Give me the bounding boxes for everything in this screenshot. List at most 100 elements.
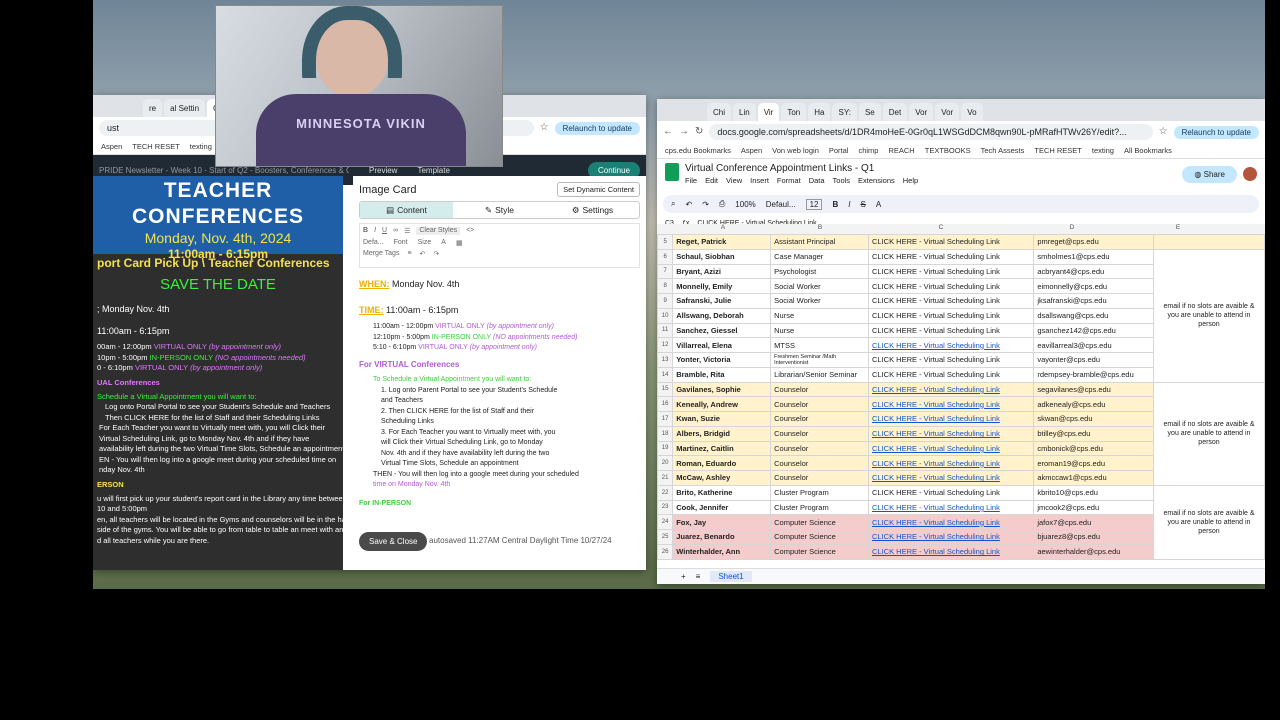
cell-email[interactable]: segavilanes@cps.edu	[1033, 381, 1154, 398]
cell-scheduling-link[interactable]: CLICK HERE - Virtual Scheduling Link	[867, 322, 1035, 339]
star-icon[interactable]: ☆	[540, 123, 549, 133]
right-relaunch-button[interactable]: Relaunch to update	[1173, 125, 1259, 139]
cell-email[interactable]: gsanchez142@cps.edu	[1033, 322, 1154, 339]
row-number[interactable]: 20	[657, 455, 674, 471]
row-number[interactable]: 18	[657, 425, 674, 442]
row-number[interactable]: 21	[657, 470, 674, 486]
cell-scheduling-link[interactable]: CLICK HERE - Virtual Scheduling Link	[867, 514, 1035, 530]
add-sheet-icon[interactable]: +	[681, 572, 686, 581]
row-number[interactable]: 17	[657, 411, 674, 427]
menu-item[interactable]: File	[685, 176, 697, 185]
undo-icon[interactable]: ↶	[685, 200, 692, 209]
cell-scheduling-link[interactable]: CLICK HERE - Virtual Scheduling Link	[867, 499, 1035, 516]
bookmark-item[interactable]: TEXTBOOKS	[925, 146, 971, 155]
cell-email[interactable]: jksafranski@cps.edu	[1033, 293, 1154, 309]
doc-title[interactable]: Virtual Conference Appointment Links - Q…	[685, 163, 918, 174]
row-number[interactable]: 10	[657, 307, 674, 324]
list-icon[interactable]: ☰	[404, 227, 410, 235]
merge-tags-select[interactable]: Merge Tags	[363, 250, 399, 258]
cell-role[interactable]: Counselor	[770, 470, 869, 486]
row-number[interactable]: 14	[657, 366, 674, 383]
column-header[interactable]: E	[1127, 224, 1229, 234]
cell-email[interactable]: cmbonick@cps.edu	[1033, 440, 1154, 457]
cell-role[interactable]: Nurse	[770, 322, 869, 339]
cell-email[interactable]: akmccaw1@cps.edu	[1033, 470, 1154, 486]
cell-scheduling-link[interactable]: CLICK HERE - Virtual Scheduling Link	[867, 248, 1035, 265]
redo-icon[interactable]: ↷	[702, 200, 709, 209]
bookmark-item[interactable]: TECH RESET	[132, 142, 180, 151]
align-icon[interactable]: ≡	[407, 250, 411, 258]
browser-tab[interactable]: Vor	[935, 103, 960, 121]
cell-scheduling-link[interactable]: CLICK HERE - Virtual Scheduling Link	[867, 455, 1035, 471]
bold-icon[interactable]: B	[832, 200, 838, 209]
row-number[interactable]: 26	[657, 543, 674, 560]
cell-email[interactable]: acbryant4@cps.edu	[1033, 263, 1154, 280]
browser-tab[interactable]: Vo	[961, 103, 983, 121]
bookmark-item[interactable]: TECH RESET	[1034, 146, 1082, 155]
cell-name[interactable]: Kwan, Suzie	[672, 411, 772, 427]
save-close-button[interactable]: Save & Close	[359, 532, 428, 551]
cell-role[interactable]: Counselor	[770, 440, 869, 457]
cell-email[interactable]: kbrito10@cps.edu	[1033, 484, 1154, 501]
cell-scheduling-link[interactable]: CLICK HERE - Virtual Scheduling Link	[867, 278, 1035, 294]
font-select[interactable]: Defaul...	[766, 200, 796, 209]
cell-scheduling-link[interactable]: CLICK HERE - Virtual Scheduling Link	[867, 484, 1035, 501]
left-relaunch-button[interactable]: Relaunch to update	[554, 121, 640, 135]
cell-role[interactable]: Counselor	[770, 396, 869, 412]
menu-item[interactable]: Tools	[833, 176, 851, 185]
cell-email[interactable]: pmreget@cps.edu	[1033, 234, 1154, 250]
cell-email[interactable]: btilley@cps.edu	[1033, 425, 1154, 442]
bookmark-item[interactable]: texting	[1092, 146, 1114, 155]
column-header[interactable]: D	[1017, 224, 1127, 234]
cell-scheduling-link[interactable]: CLICK HERE - Virtual Scheduling Link	[867, 543, 1035, 560]
menu-item[interactable]: Format	[777, 176, 801, 185]
browser-tab[interactable]: Se	[858, 103, 881, 121]
cell-role[interactable]: Social Worker	[770, 293, 869, 309]
cell-email[interactable]: eimonnelly@cps.edu	[1033, 278, 1154, 294]
cell-email[interactable]: vayonter@cps.edu	[1033, 352, 1154, 368]
cell-name[interactable]: Yonter, Victoria	[672, 352, 772, 368]
cell-role[interactable]: Nurse	[770, 307, 869, 324]
avatar[interactable]	[1243, 167, 1257, 181]
row-number[interactable]: 15	[657, 381, 674, 398]
bookmark-item[interactable]: Portal	[829, 146, 849, 155]
cell-scheduling-link[interactable]: CLICK HERE - Virtual Scheduling Link	[867, 396, 1035, 412]
cell-scheduling-link[interactable]: CLICK HERE - Virtual Scheduling Link	[867, 352, 1035, 368]
bold-icon[interactable]: B	[363, 227, 368, 235]
font-size-field[interactable]: 12	[805, 198, 823, 210]
reload-icon[interactable]: ↻	[695, 127, 703, 137]
cell-name[interactable]: Monnelly, Emily	[672, 278, 772, 294]
zoom-select[interactable]: 100%	[735, 200, 755, 209]
cell-name[interactable]: Juarez, Benardo	[672, 529, 772, 545]
row-number[interactable]: 23	[657, 499, 674, 516]
cell-role[interactable]: Psychologist	[770, 263, 869, 280]
row-number[interactable]: 16	[657, 396, 674, 412]
row-number[interactable]: 22	[657, 484, 674, 501]
menu-item[interactable]: Extensions	[858, 176, 895, 185]
cell-name[interactable]: Winterhalder, Ann	[672, 543, 772, 560]
menu-item[interactable]: Insert	[750, 176, 769, 185]
cell-scheduling-link[interactable]: CLICK HERE - Virtual Scheduling Link	[867, 337, 1035, 353]
browser-tab[interactable]: Vir	[757, 103, 780, 121]
share-button[interactable]: ◍ Share	[1182, 166, 1237, 183]
cell-scheduling-link[interactable]: CLICK HERE - Virtual Scheduling Link	[867, 381, 1035, 398]
cell-name[interactable]: Reget, Patrick	[672, 234, 772, 250]
cell-name[interactable]: McCaw, Ashley	[672, 470, 772, 486]
cell-email[interactable]: jafox7@cps.edu	[1033, 514, 1154, 530]
cell-name[interactable]: Cook, Jennifer	[672, 499, 772, 516]
cell-name[interactable]: Martinez, Caitlin	[672, 440, 772, 457]
cell-name[interactable]: Roman, Eduardo	[672, 455, 772, 471]
cell-role[interactable]: Case Manager	[770, 248, 869, 265]
column-header[interactable]: A	[671, 224, 775, 234]
cell-scheduling-link[interactable]: CLICK HERE - Virtual Scheduling Link	[867, 425, 1035, 442]
row-number[interactable]: 6	[657, 248, 674, 265]
cell-email[interactable]: skwan@cps.edu	[1033, 411, 1154, 427]
back-icon[interactable]: ←	[663, 127, 673, 137]
clear-styles-button[interactable]: Clear Styles	[416, 227, 461, 235]
text-color-icon[interactable]: A	[441, 239, 446, 247]
browser-tab[interactable]: Vor	[909, 103, 934, 121]
bookmark-item[interactable]: Aspen	[741, 146, 762, 155]
tab-settings[interactable]: ⚙ Settings	[546, 202, 639, 218]
star-icon[interactable]: ☆	[1159, 127, 1168, 137]
cell-role[interactable]: Counselor	[770, 425, 869, 442]
